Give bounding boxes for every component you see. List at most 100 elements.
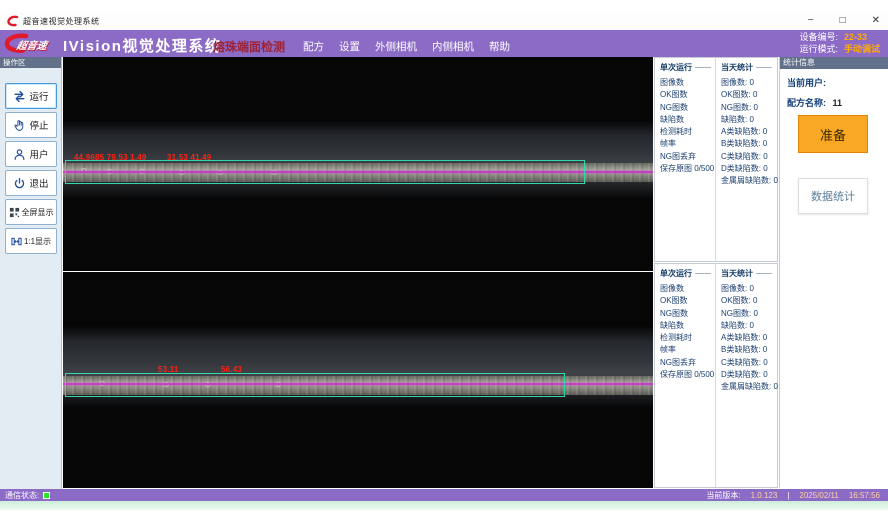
app-logo-icon <box>7 15 19 27</box>
brand-name: 超音速 <box>16 37 49 52</box>
stat-row: NG图数 <box>660 102 715 114</box>
app-window: 超音速视觉处理系统 − □ ✕ 超音速 IVision视觉处理系统 熔珠端面检测… <box>0 0 888 522</box>
maximize-button[interactable]: □ <box>840 15 846 27</box>
stat-row: 缺陷数: 0 <box>721 114 777 126</box>
recipe-name-value: 11 <box>833 98 843 108</box>
today-title: 当天统计 <box>721 268 777 279</box>
main-menu: 配方 设置 外侧相机 内侧相机 帮助 <box>303 39 510 54</box>
menu-item-inner-camera[interactable]: 内侧相机 <box>432 39 474 54</box>
current-user-label: 当前用户: <box>787 78 826 88</box>
exit-button[interactable]: 退出 <box>5 170 57 196</box>
stat-row: NG图丢弃 <box>660 151 715 163</box>
power-icon <box>13 177 26 190</box>
stat-row: OK图数 <box>660 89 715 101</box>
device-id-label: 设备编号: <box>799 32 838 43</box>
prepare-button[interactable]: 准备 <box>798 115 868 153</box>
version-label: 当前版本: <box>706 490 740 501</box>
stat-row: NG图数 <box>660 308 715 320</box>
one-to-one-button[interactable]: 1:1显示 <box>5 228 57 254</box>
measurement-annotation: 44.9685 79.53 1.49 <box>74 153 147 162</box>
stat-row: C类缺陷数: 0 <box>721 357 777 369</box>
stat-row: 图像数: 0 <box>721 283 777 295</box>
menu-item-outer-camera[interactable]: 外侧相机 <box>375 39 417 54</box>
stat-row: 图像数 <box>660 77 715 89</box>
app-subtitle: 熔珠端面检测 <box>213 38 285 55</box>
stats-panel-bottom: 单次运行 图像数 OK图数 NG图数 缺陷数 检测耗时 帧率 NG图丢弃 保存原… <box>654 263 778 488</box>
stop-button[interactable]: 停止 <box>5 112 57 138</box>
stat-row: NG图数: 0 <box>721 308 777 320</box>
stop-button-label: 停止 <box>29 118 48 132</box>
stat-row: A类缺陷数: 0 <box>721 332 777 344</box>
device-info: 设备编号: 22-33 运行模式: 手动调试 <box>799 32 880 55</box>
app-title: IVision视觉处理系统 <box>63 35 221 56</box>
stat-row: 金属屑缺陷数: 0 <box>721 381 777 393</box>
comm-status-indicator <box>43 492 50 499</box>
stat-row: 缺陷数 <box>660 320 715 332</box>
status-date: 2025/02/11 <box>799 491 838 500</box>
os-titlebar: 超音速视觉处理系统 − □ ✕ <box>0 12 888 30</box>
device-id-value: 22-33 <box>844 32 880 43</box>
stat-row: 缺陷数 <box>660 114 715 126</box>
stat-row: B类缺陷数: 0 <box>721 344 777 356</box>
stat-row: C类缺陷数: 0 <box>721 151 777 163</box>
app-header: 超音速 IVision视觉处理系统 熔珠端面检测 配方 设置 外侧相机 内侧相机… <box>0 30 888 57</box>
comm-status-label: 通信状态: <box>5 490 39 501</box>
version-value: 1.0.123 <box>751 491 778 500</box>
stat-row: 检测耗时 <box>660 126 715 138</box>
close-button[interactable]: ✕ <box>872 15 880 27</box>
stat-row: NG图数: 0 <box>721 102 777 114</box>
measurement-annotation: 56.43 <box>221 365 242 374</box>
stat-row: D类缺陷数: 0 <box>721 369 777 381</box>
user-button-label: 用户 <box>29 147 48 161</box>
stat-row: 图像数: 0 <box>721 77 777 89</box>
run-mode-label: 运行模式: <box>799 44 838 55</box>
stat-row: 检测耗时 <box>660 332 715 344</box>
stat-row: A类缺陷数: 0 <box>721 126 777 138</box>
menu-item-settings[interactable]: 设置 <box>339 39 360 54</box>
current-user-row: 当前用户: <box>787 76 888 89</box>
run-arrows-icon <box>13 90 26 103</box>
user-button[interactable]: 用户 <box>5 141 57 167</box>
exit-button-label: 退出 <box>29 176 48 190</box>
stat-row: 帧率 <box>660 344 715 356</box>
fullscreen-button-label: 全屏显示 <box>22 207 54 218</box>
single-run-column: 单次运行 图像数 OK图数 NG图数 缺陷数 检测耗时 帧率 NG图丢弃 保存原… <box>655 264 715 487</box>
run-button[interactable]: 运行 <box>5 83 57 109</box>
stat-row: OK图数: 0 <box>721 89 777 101</box>
single-run-column: 单次运行 图像数 OK图数 NG图数 缺陷数 检测耗时 帧率 NG图丢弃 保存原… <box>655 58 715 261</box>
stat-row: B类缺陷数: 0 <box>721 138 777 150</box>
measurement-annotation: 53.11 <box>158 365 179 374</box>
today-column: 当天统计 图像数: 0 OK图数: 0 NG图数: 0 缺陷数: 0 A类缺陷数… <box>715 58 777 261</box>
minimize-button[interactable]: − <box>808 15 814 27</box>
statistics-info-title: 统计信息 <box>780 57 888 69</box>
recipe-name-label: 配方名称: <box>787 98 826 108</box>
fullscreen-button[interactable]: 全屏显示 <box>5 199 57 225</box>
stat-row: OK图数 <box>660 295 715 307</box>
status-bar: 通信状态: 当前版本: 1.0.123 | 2025/02/11 16:57:5… <box>0 489 888 501</box>
separator: | <box>787 491 789 500</box>
stat-row: 缺陷数: 0 <box>721 320 777 332</box>
single-run-title: 单次运行 <box>660 62 715 73</box>
stat-row: OK图数: 0 <box>721 295 777 307</box>
statistics-info-panel: 统计信息 当前用户: 配方名称: 11 准备 数据统计 <box>779 57 888 488</box>
outer-camera-viewport[interactable]: 44.9685 79.53 1.49 31.53 41.49 <box>63 57 653 271</box>
stat-row: 保存原图 0/500 <box>660 163 715 175</box>
stat-row: 帧率 <box>660 138 715 150</box>
today-column: 当天统计 图像数: 0 OK图数: 0 NG图数: 0 缺陷数: 0 A类缺陷数… <box>715 264 777 487</box>
desktop-strip <box>0 501 888 510</box>
window-title: 超音速视觉处理系统 <box>23 16 100 27</box>
menu-item-help[interactable]: 帮助 <box>489 39 510 54</box>
stat-row: 图像数 <box>660 283 715 295</box>
inner-camera-viewport[interactable]: 53.11 56.43 <box>63 272 653 488</box>
status-time: 16:57:56 <box>849 491 880 500</box>
sidebar-title: 操作区 <box>0 57 61 68</box>
data-statistics-button[interactable]: 数据统计 <box>798 178 868 214</box>
brand-logo: 超音速 <box>4 32 62 55</box>
window-controls: − □ ✕ <box>808 15 880 27</box>
today-title: 当天统计 <box>721 62 777 73</box>
run-button-label: 运行 <box>29 89 48 103</box>
single-run-title: 单次运行 <box>660 268 715 279</box>
stats-panel-top: 单次运行 图像数 OK图数 NG图数 缺陷数 检测耗时 帧率 NG图丢弃 保存原… <box>654 57 778 262</box>
menu-item-recipe[interactable]: 配方 <box>303 39 324 54</box>
detection-roi-box <box>65 373 565 397</box>
